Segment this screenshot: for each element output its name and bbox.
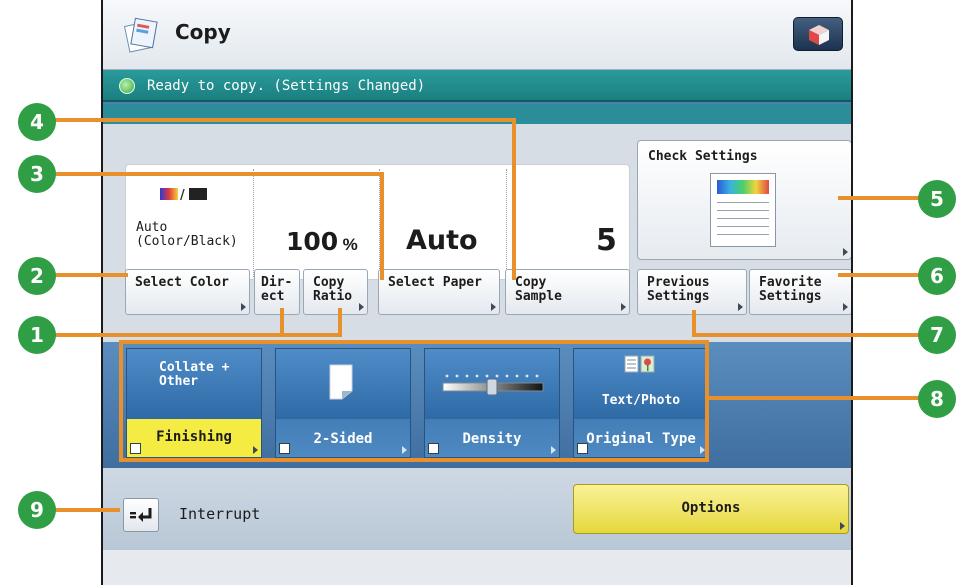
callout-line-7-up xyxy=(692,310,696,336)
callout-7: 7 xyxy=(918,316,956,354)
ratio-number: 100 xyxy=(286,227,339,256)
copy-app-icon xyxy=(121,16,161,54)
callout-3: 3 xyxy=(18,155,56,193)
callout-6: 6 xyxy=(918,257,956,295)
footer-area xyxy=(103,550,851,585)
callout-4: 4 xyxy=(18,103,56,141)
select-paper-button[interactable]: Select Paper xyxy=(378,269,500,315)
interrupt-button[interactable] xyxy=(123,498,159,532)
callout-line-7 xyxy=(692,333,922,337)
options-button[interactable]: Options xyxy=(573,484,849,534)
title-bar: Copy xyxy=(103,0,851,70)
callout-line-5 xyxy=(838,196,922,200)
callout-line-6 xyxy=(838,273,922,277)
basic-settings-panel: / Auto (Color/Black) 100 % Auto 5 Select… xyxy=(103,124,851,342)
interrupt-icon xyxy=(130,508,152,522)
arrow-icon xyxy=(840,522,845,530)
callout-line-3 xyxy=(48,172,382,176)
settings-display: / Auto (Color/Black) 100 % Auto 5 xyxy=(125,164,630,280)
select-paper-label: Select Paper xyxy=(388,275,482,290)
status-bar: Ready to copy. (Settings Changed) xyxy=(103,70,851,102)
callout-1: 1 xyxy=(18,316,56,354)
favorite-settings-button[interactable]: Favorite Settings xyxy=(749,269,851,315)
callout-9: 9 xyxy=(18,491,56,529)
callout-line-1-left xyxy=(280,308,284,336)
arrow-icon xyxy=(843,303,848,311)
color-mode-value: Auto (Color/Black) xyxy=(136,220,238,249)
callout-line-4-drop xyxy=(512,118,516,280)
copy-ratio-label: Copy Ratio xyxy=(313,275,353,304)
arrow-icon xyxy=(241,303,246,311)
copy-screen: Copy Ready to copy. (Settings Changed) / xyxy=(101,0,853,585)
copy-ratio-value: 100 % xyxy=(286,227,358,256)
status-indicator-icon xyxy=(119,78,135,94)
copy-ratio-button[interactable]: Copy Ratio xyxy=(303,269,368,315)
document-preview-icon xyxy=(710,173,776,247)
callout-5: 5 xyxy=(918,180,956,218)
cube-icon xyxy=(809,25,829,45)
ratio-unit: % xyxy=(342,235,358,254)
copy-sample-label: Copy Sample xyxy=(515,275,562,304)
svg-text:/: / xyxy=(180,188,185,200)
paper-value: Auto xyxy=(406,225,478,256)
interrupt-label: Interrupt xyxy=(179,505,261,523)
copy-sample-button[interactable]: Copy Sample xyxy=(505,269,630,315)
select-color-button[interactable]: Select Color xyxy=(125,269,250,315)
check-settings-label: Check Settings xyxy=(648,149,758,164)
copies-value: 5 xyxy=(596,223,617,258)
arrow-icon xyxy=(621,303,626,311)
app-title: Copy xyxy=(175,20,231,44)
arrow-icon xyxy=(491,303,496,311)
direct-label: Dir- ect xyxy=(261,275,293,304)
callout-8: 8 xyxy=(918,380,956,418)
favorite-settings-label: Favorite Settings xyxy=(759,275,822,304)
callout-line-2 xyxy=(48,273,128,277)
home-button[interactable] xyxy=(793,17,843,51)
callout-line-9 xyxy=(48,508,120,512)
callout-line-1-right xyxy=(338,308,342,336)
callout-line-8 xyxy=(709,396,922,400)
arrow-icon xyxy=(843,248,848,256)
check-settings-button[interactable]: Check Settings xyxy=(637,140,851,260)
callout-2: 2 xyxy=(18,257,56,295)
arrow-icon xyxy=(359,303,364,311)
function-group-outline xyxy=(119,340,709,462)
status-message: Ready to copy. (Settings Changed) xyxy=(147,78,426,94)
callout-line-3-drop xyxy=(380,172,384,280)
select-color-label: Select Color xyxy=(135,275,229,290)
direct-button[interactable]: Dir- ect xyxy=(254,269,300,315)
previous-settings-button[interactable]: Previous Settings xyxy=(637,269,747,315)
previous-settings-label: Previous Settings xyxy=(647,275,710,304)
arrow-icon xyxy=(738,303,743,311)
options-label: Options xyxy=(681,500,741,516)
color-mode-icon: / xyxy=(160,187,210,203)
callout-line-4 xyxy=(48,118,514,122)
callout-line-1 xyxy=(48,333,342,337)
